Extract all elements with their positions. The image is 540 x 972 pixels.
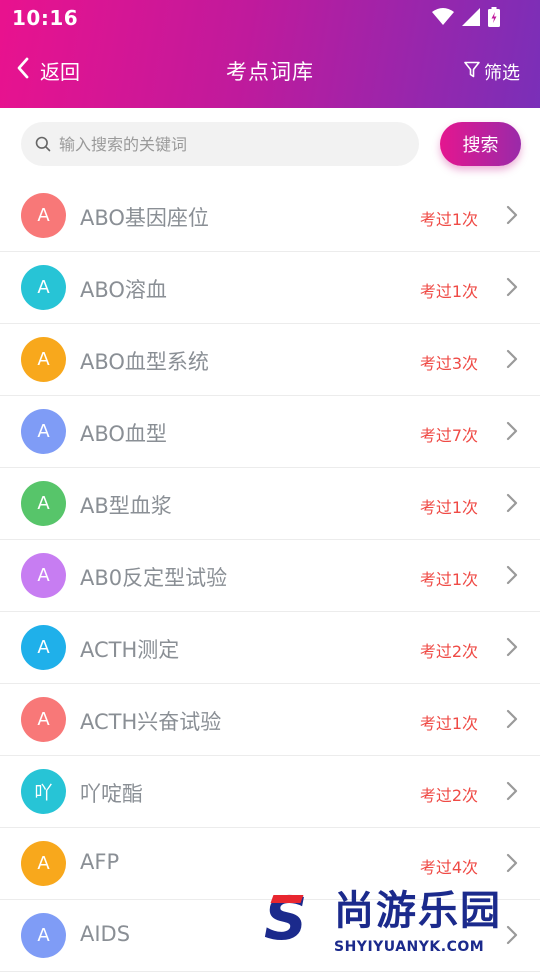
chevron-right-icon — [506, 277, 518, 301]
avatar: A — [21, 193, 66, 238]
term-label: ACTH兴奋试验 — [80, 710, 222, 734]
list-item[interactable]: A AB0反定型试验 考过1次 — [0, 540, 540, 612]
exam-count: 考过2次 — [419, 786, 478, 805]
app-header: 10:16 返回 考点词库 筛选 — [0, 0, 540, 108]
status-icons — [432, 7, 500, 31]
page-title: 考点词库 — [226, 60, 314, 84]
list-item[interactable]: A ACTH兴奋试验 考过1次 — [0, 684, 540, 756]
search-input[interactable] — [57, 133, 401, 155]
avatar: A — [21, 337, 66, 382]
watermark-brand: 尚游乐园 — [334, 888, 502, 934]
term-label: 吖啶酯 — [80, 782, 143, 806]
watermark-logo: S 尚游乐园 SHYIYUANYK.COM — [258, 885, 540, 960]
filter-icon — [464, 61, 480, 83]
watermark-accent — [270, 895, 304, 903]
avatar: A — [21, 553, 66, 598]
term-label: AB型血浆 — [80, 494, 172, 518]
avatar: A — [21, 409, 66, 454]
search-bar: 搜索 — [0, 108, 540, 180]
chevron-right-icon — [506, 349, 518, 373]
avatar: A — [21, 841, 66, 886]
term-label: AIDS — [80, 922, 131, 946]
avatar: A — [21, 265, 66, 310]
chevron-right-icon — [506, 205, 518, 229]
term-label: ACTH测定 — [80, 638, 180, 662]
term-label: ABO基因座位 — [80, 206, 209, 230]
watermark-url: SHYIYUANYK.COM — [334, 939, 485, 955]
status-time: 10:16 — [12, 6, 79, 30]
search-icon — [35, 136, 51, 152]
avatar: A — [21, 625, 66, 670]
avatar: A — [21, 481, 66, 526]
term-list: A ABO基因座位 考过1次 A ABO溶血 考过1次 A ABO血型系统 考过3次 A ABO血型… — [0, 180, 540, 972]
term-label: ABO溶血 — [80, 278, 167, 302]
exam-count: 考过4次 — [419, 858, 478, 877]
battery-icon — [488, 7, 500, 31]
search-box[interactable] — [21, 122, 419, 166]
list-item[interactable]: A ACTH测定 考过2次 — [0, 612, 540, 684]
list-item[interactable]: A ABO血型 考过7次 — [0, 396, 540, 468]
term-label: ABO血型 — [80, 422, 167, 446]
chevron-right-icon — [506, 565, 518, 589]
list-item[interactable]: A ABO溶血 考过1次 — [0, 252, 540, 324]
term-label: AFP — [80, 850, 120, 874]
chevron-right-icon — [506, 853, 518, 877]
list-item[interactable]: 吖吖啶酯 考过2次 — [0, 756, 540, 828]
filter-button[interactable]: 筛选 — [464, 59, 520, 85]
exam-count: 考过3次 — [419, 354, 478, 373]
list-item[interactable]: A AB型血浆 考过1次 — [0, 468, 540, 540]
chevron-right-icon — [506, 637, 518, 661]
exam-count: 考过1次 — [419, 282, 478, 301]
exam-count: 考过1次 — [419, 498, 478, 517]
filter-label: 筛选 — [484, 63, 520, 84]
term-label: ABO血型系统 — [80, 350, 209, 374]
search-button[interactable]: 搜索 — [440, 122, 521, 166]
chevron-right-icon — [506, 421, 518, 445]
exam-count: 考过1次 — [419, 570, 478, 589]
exam-count: 考过7次 — [419, 426, 478, 445]
chevron-right-icon — [506, 709, 518, 733]
list-item[interactable]: A ABO基因座位 考过1次 — [0, 180, 540, 252]
exam-count: 考过2次 — [419, 642, 478, 661]
chevron-right-icon — [506, 781, 518, 805]
exam-count: 考过1次 — [419, 714, 478, 733]
term-label: AB0反定型试验 — [80, 566, 228, 590]
wifi-icon — [432, 8, 454, 30]
list-item[interactable]: A ABO血型系统 考过3次 — [0, 324, 540, 396]
avatar: A — [21, 913, 66, 958]
chevron-right-icon — [506, 493, 518, 517]
exam-count: 考过1次 — [419, 210, 478, 229]
signal-icon — [462, 8, 480, 30]
avatar: 吖 — [21, 769, 66, 814]
avatar: A — [21, 697, 66, 742]
